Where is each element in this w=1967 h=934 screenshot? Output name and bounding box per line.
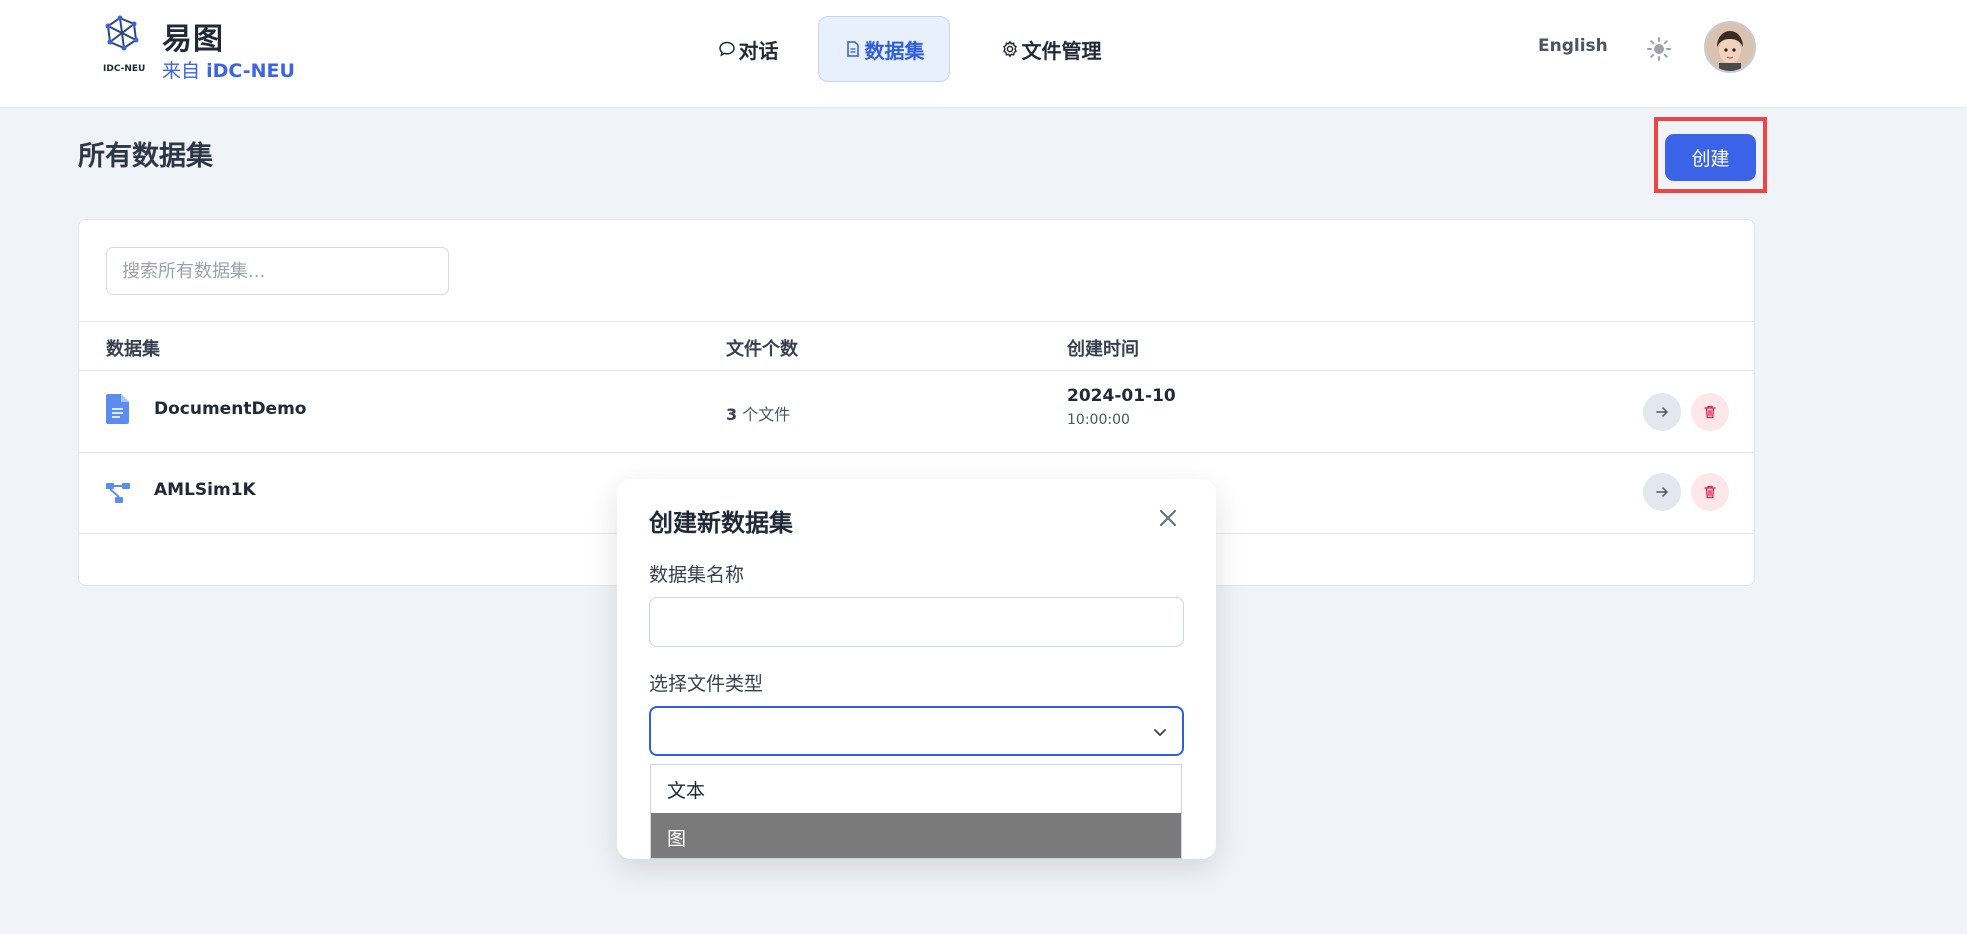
trash-icon [1704,485,1716,499]
chevron-down-icon [1154,729,1166,736]
gear-icon [1002,40,1017,58]
dataset-search-input[interactable] [106,247,449,295]
arrow-right-icon [1656,487,1668,497]
top-navbar: IDC-NEU 易图 来自 iDC-NEU 对话 数据集 文件管理 Englis… [0,0,1967,108]
nav-file-management[interactable]: 文件管理 [986,16,1116,82]
dataset-name[interactable]: DocumentDemo [154,399,306,419]
document-icon [106,394,129,424]
open-dataset-button[interactable] [1643,473,1681,511]
file-type-label: 选择文件类型 [649,673,764,695]
brand-subtitle: 来自 iDC-NEU [162,56,295,83]
language-switch[interactable]: English [1538,36,1608,56]
column-header-created-time: 创建时间 [1067,339,1139,360]
nav-chat-label: 对话 [738,38,779,63]
nav-chat[interactable]: 对话 [702,16,794,82]
file-count-unit: 个文件 [742,405,791,424]
document-icon [846,41,859,57]
column-header-dataset: 数据集 [106,339,160,360]
page-title: 所有数据集 [78,141,213,172]
file-count: 3 个文件 [726,401,790,425]
brand-title: 易图 [162,22,224,57]
delete-dataset-button[interactable] [1691,473,1729,511]
create-dataset-modal: 创建新数据集 数据集名称 选择文件类型 文本 图 [617,479,1216,859]
close-icon[interactable] [1157,507,1179,529]
modal-title: 创建新数据集 [649,509,793,537]
arrow-right-icon [1656,407,1668,417]
option-graph[interactable]: 图 [651,813,1181,858]
dataset-name[interactable]: AMLSim1K [154,480,256,500]
file-type-dropdown: 文本 图 [650,764,1182,859]
column-header-file-count: 文件个数 [726,339,798,360]
dataset-name-label: 数据集名称 [649,564,745,586]
user-avatar[interactable] [1704,21,1756,73]
file-count-number: 3 [726,405,738,424]
graph-icon [106,483,130,503]
brand-sub-name: iDC-NEU [206,60,295,82]
file-type-select[interactable] [649,706,1184,756]
dataset-name-input[interactable] [649,597,1184,647]
created-time: 10:00:00 [1067,412,1130,428]
divider [79,370,1754,371]
nav-datasets[interactable]: 数据集 [818,16,950,82]
trash-icon [1704,405,1716,419]
sun-icon[interactable] [1645,35,1673,63]
brand-sub-prefix: 来自 [162,60,201,82]
nav-file-management-label: 文件管理 [1021,38,1102,63]
svg-text:IDC-NEU: IDC-NEU [103,64,145,74]
option-text[interactable]: 文本 [651,765,1181,813]
open-dataset-button[interactable] [1643,393,1681,431]
divider [79,321,1754,322]
created-date: 2024-01-10 [1067,386,1176,406]
idc-neu-logo[interactable]: IDC-NEU [98,14,150,80]
divider [79,452,1754,453]
create-dataset-button[interactable]: 创建 [1665,134,1756,181]
delete-dataset-button[interactable] [1691,393,1729,431]
chat-bubble-icon [718,41,735,57]
nav-datasets-label: 数据集 [864,38,925,63]
